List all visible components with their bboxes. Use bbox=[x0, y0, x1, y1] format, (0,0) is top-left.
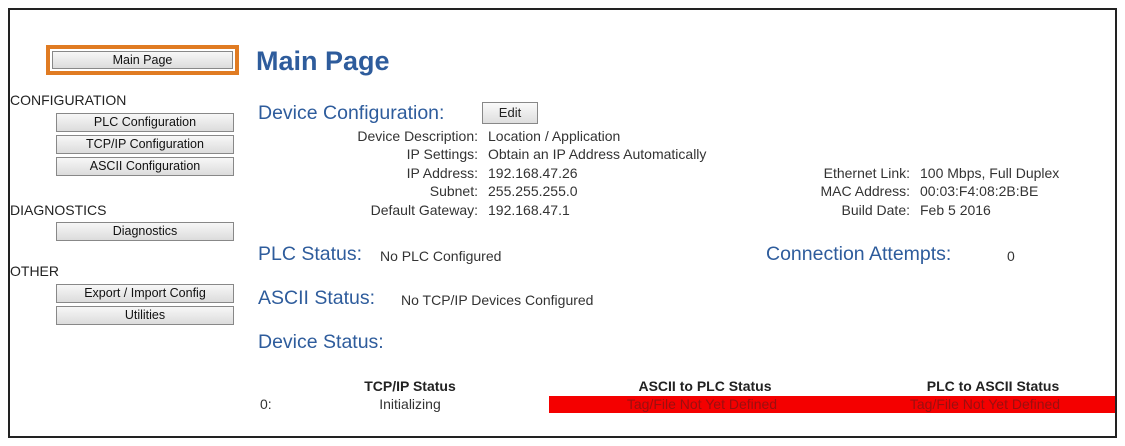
subnet-label: Subnet: bbox=[429, 183, 478, 199]
main-page-highlight: Main Page bbox=[46, 45, 239, 75]
diagnostics-heading: DIAGNOSTICS bbox=[10, 202, 107, 218]
tcpip-status-header: TCP/IP Status bbox=[364, 378, 456, 394]
ascii-status-heading: ASCII Status: bbox=[258, 287, 376, 309]
ethernet-link-value: 100 Mbps, Full Duplex bbox=[920, 165, 1060, 181]
device-row-index: 0: bbox=[260, 396, 272, 412]
subnet-value: 255.255.255.0 bbox=[488, 183, 578, 199]
ascii-to-plc-status-header: ASCII to PLC Status bbox=[638, 378, 772, 394]
default-gateway-label: Default Gateway: bbox=[370, 202, 478, 218]
utilities-button[interactable]: Utilities bbox=[56, 306, 234, 325]
ascii-configuration-button[interactable]: ASCII Configuration bbox=[56, 157, 234, 176]
default-gateway-value: 192.168.47.1 bbox=[488, 202, 570, 218]
ip-address-value: 192.168.47.26 bbox=[488, 165, 578, 181]
edit-button[interactable]: Edit bbox=[482, 102, 538, 124]
diagnostics-button[interactable]: Diagnostics bbox=[56, 222, 234, 241]
plc-to-ascii-status-cell: Tag/File Not Yet Defined bbox=[855, 396, 1115, 413]
tcpip-status-cell: Initializing bbox=[379, 396, 441, 412]
configuration-heading: CONFIGURATION bbox=[10, 92, 127, 108]
other-heading: OTHER bbox=[10, 263, 59, 279]
ip-settings-label: IP Settings: bbox=[406, 146, 478, 162]
main-page-button[interactable]: Main Page bbox=[52, 51, 233, 69]
device-description-label: Device Description: bbox=[357, 128, 478, 144]
ascii-to-plc-status-cell: Tag/File Not Yet Defined bbox=[549, 396, 855, 413]
ip-address-label: IP Address: bbox=[406, 165, 478, 181]
ethernet-link-label: Ethernet Link: bbox=[823, 165, 910, 181]
mac-address-label: MAC Address: bbox=[820, 183, 910, 199]
plc-configuration-button[interactable]: PLC Configuration bbox=[56, 113, 234, 132]
tcpip-configuration-button[interactable]: TCP/IP Configuration bbox=[56, 135, 234, 154]
build-date-label: Build Date: bbox=[841, 202, 910, 218]
build-date-value: Feb 5 2016 bbox=[920, 202, 991, 218]
mac-address-value: 00:03:F4:08:2B:BE bbox=[920, 183, 1039, 199]
device-status-heading: Device Status: bbox=[258, 331, 384, 353]
page-title: Main Page bbox=[256, 46, 390, 76]
plc-status-heading: PLC Status: bbox=[258, 243, 363, 265]
export-import-config-button[interactable]: Export / Import Config bbox=[56, 284, 234, 303]
plc-status-value: No PLC Configured bbox=[380, 248, 502, 264]
connection-attempts-heading: Connection Attempts: bbox=[766, 243, 952, 265]
device-description-value: Location / Application bbox=[488, 128, 621, 144]
connection-attempts-value: 0 bbox=[1007, 248, 1015, 264]
device-configuration-heading: Device Configuration: bbox=[258, 102, 445, 124]
ip-settings-value: Obtain an IP Address Automatically bbox=[488, 146, 707, 162]
plc-to-ascii-status-header: PLC to ASCII Status bbox=[926, 378, 1060, 394]
ascii-status-value: No TCP/IP Devices Configured bbox=[401, 292, 594, 308]
